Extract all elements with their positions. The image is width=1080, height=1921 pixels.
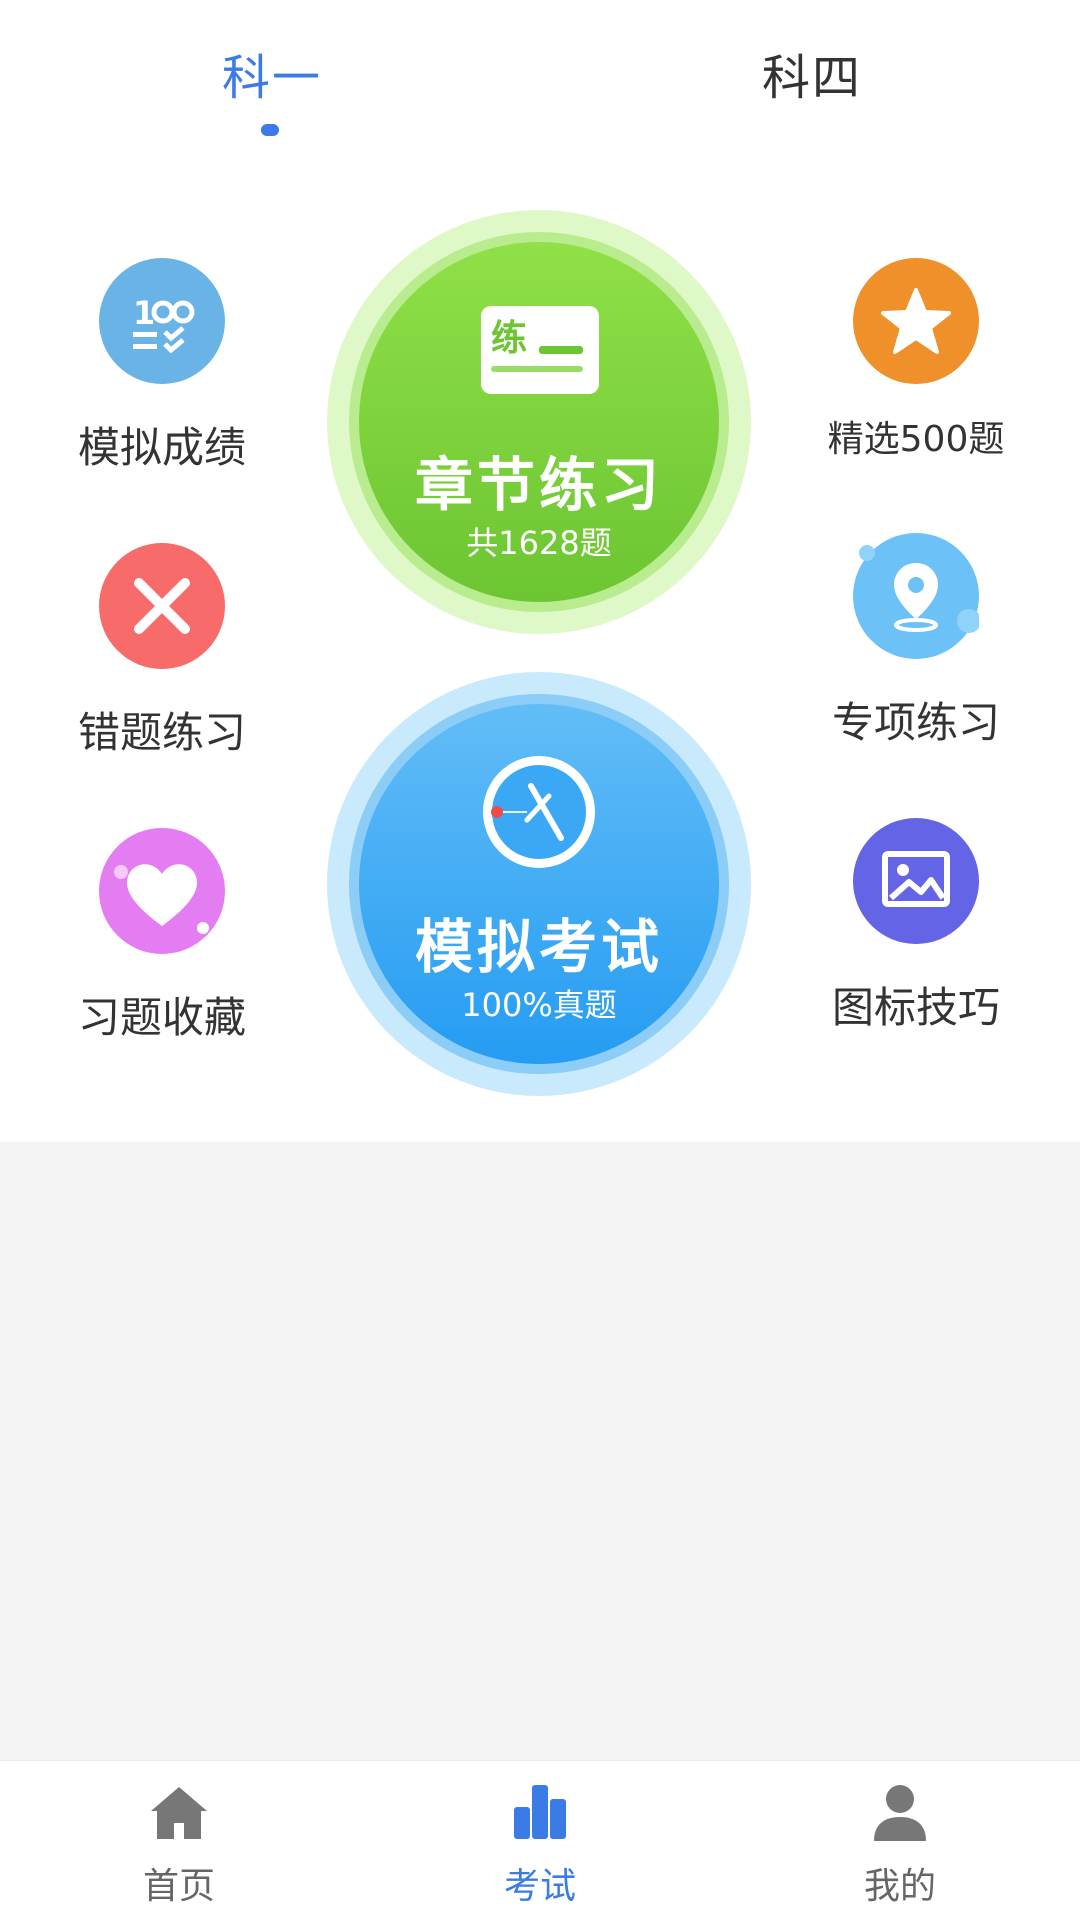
nav-home-label: 首页	[142, 1866, 215, 1907]
mock-exam-button[interactable]: 模拟考试 100%真题	[327, 672, 751, 1096]
mock-exam-core: 模拟考试 100%真题	[359, 704, 719, 1064]
image-icon	[853, 818, 979, 944]
sign-tips-label: 图标技巧	[831, 983, 1000, 1032]
score-100-icon: 1	[99, 258, 225, 384]
mock-score-label: 模拟成绩	[77, 423, 246, 472]
home-icon	[151, 1787, 207, 1839]
main-panel: 科一 科四 1 模拟成绩 错题练习 习题收藏 精选500题 专项练习 图标技巧 …	[0, 0, 1080, 1142]
tab-ke-si[interactable]: 科四	[762, 38, 862, 108]
bottom-nav: 首页 考试 我的	[0, 1760, 1080, 1921]
close-x-icon	[99, 543, 225, 669]
wrong-questions-item[interactable]: 错题练习	[32, 543, 292, 760]
exam-chart-icon	[514, 1785, 566, 1839]
chapter-practice-title: 章节练习	[414, 451, 663, 519]
selected-500-item[interactable]: 精选500题	[786, 258, 1046, 462]
location-pin-icon	[853, 533, 981, 659]
mock-exam-title: 模拟考试	[414, 913, 663, 981]
chapter-practice-subtitle: 共1628题	[466, 524, 612, 562]
mock-score-item[interactable]: 1 模拟成绩	[32, 258, 292, 475]
star-icon	[853, 258, 979, 384]
user-icon	[874, 1785, 926, 1841]
favorites-label: 习题收藏	[77, 993, 246, 1042]
special-practice-item[interactable]: 专项练习	[786, 533, 1046, 750]
favorites-item[interactable]: 习题收藏	[32, 828, 292, 1045]
nav-exam-label: 考试	[503, 1866, 576, 1907]
clock-timer-icon	[483, 756, 595, 868]
chapter-practice-core: 练 章节练习 共1628题	[359, 242, 719, 602]
special-practice-label: 专项练习	[831, 698, 1000, 747]
active-tab-indicator	[261, 124, 279, 136]
nav-mine-label: 我的	[863, 1866, 936, 1907]
selected-500-label: 精选500题	[827, 419, 1005, 460]
heart-icon	[99, 828, 225, 954]
sign-tips-item[interactable]: 图标技巧	[786, 818, 1046, 1035]
practice-card-icon: 练	[481, 306, 599, 394]
practice-badge: 练	[491, 318, 527, 359]
chapter-practice-button[interactable]: 练 章节练习 共1628题	[327, 210, 751, 634]
tab-ke-yi[interactable]: 科一	[222, 38, 322, 108]
wrong-questions-label: 错题练习	[77, 708, 246, 757]
mock-exam-subtitle: 100%真题	[461, 986, 617, 1024]
